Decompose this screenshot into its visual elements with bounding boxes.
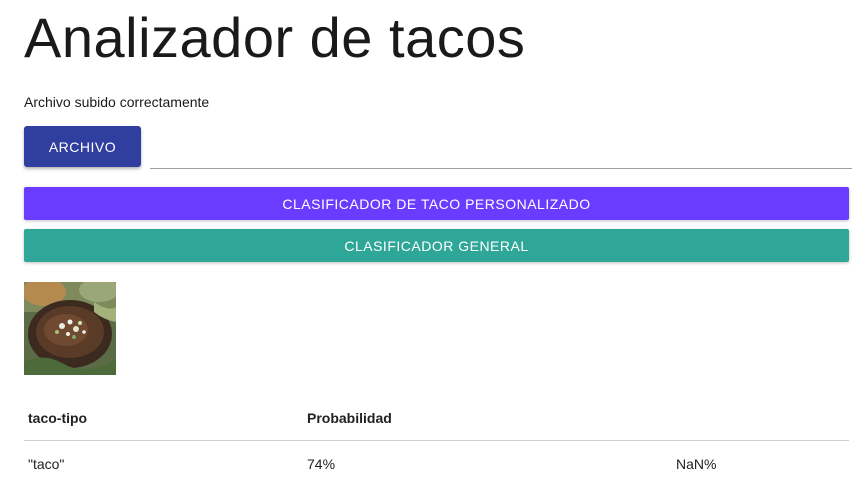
- upload-status-message: Archivo subido correctamente: [24, 94, 210, 110]
- uploaded-taco-image: [24, 282, 116, 375]
- taco-analyzer-page: Analizador de tacos Archivo subido corre…: [0, 0, 864, 486]
- page-title: Analizador de tacos: [24, 6, 526, 69]
- cell-probability: 74%: [307, 456, 336, 472]
- column-header-probability: Probabilidad: [303, 396, 672, 441]
- cell-taco-type: "taco": [28, 456, 65, 472]
- table-header-row: taco-tipo Probabilidad: [24, 396, 849, 441]
- column-header-taco-type: taco-tipo: [24, 396, 303, 441]
- cell-extra: NaN%: [676, 456, 717, 472]
- custom-taco-classifier-button[interactable]: CLASIFICADOR DE TACO PERSONALIZADO: [24, 187, 849, 220]
- table-row: "taco" 74% NaN%: [24, 441, 849, 486]
- column-header-extra: [672, 396, 849, 441]
- general-classifier-button[interactable]: CLASIFICADOR GENERAL: [24, 229, 849, 262]
- classification-results-table: taco-tipo Probabilidad "taco" 74% NaN%: [24, 396, 849, 486]
- file-path-field[interactable]: [150, 130, 852, 169]
- file-upload-button[interactable]: ARCHIVO: [24, 126, 141, 167]
- taco-photo-illustration: [24, 282, 116, 375]
